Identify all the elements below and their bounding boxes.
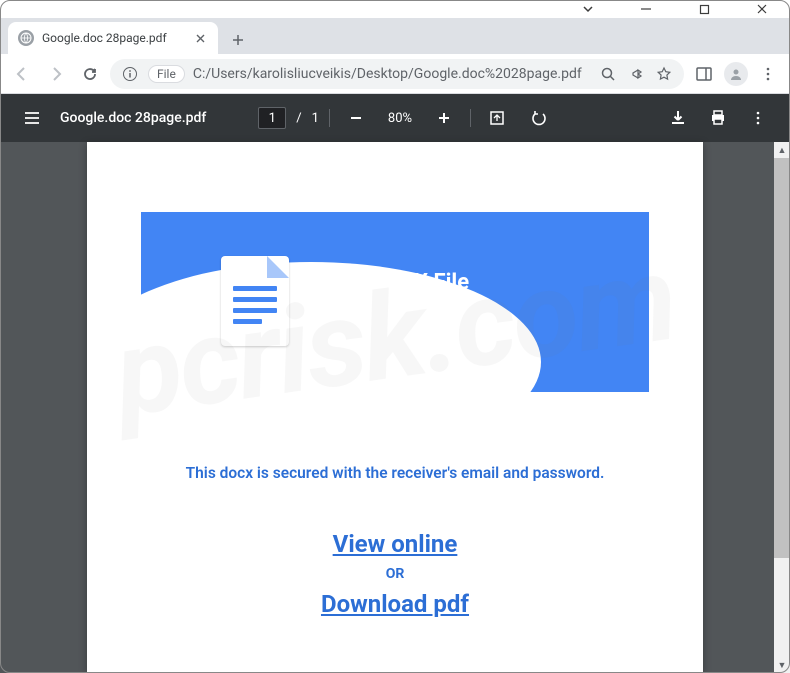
scrollbar[interactable]: ▲ ▼	[774, 142, 790, 673]
or-text: OR	[87, 566, 703, 582]
file-chip: File	[148, 65, 185, 83]
download-icon[interactable]	[662, 102, 694, 134]
download-pdf-link[interactable]: Download pdf	[321, 590, 469, 618]
pdf-toolbar: Google.doc 28page.pdf 1 / 1 80%	[0, 94, 790, 142]
zoom-in-button[interactable]	[428, 102, 460, 134]
tab-strip: Google.doc 28page.pdf	[0, 18, 790, 54]
page-input[interactable]: 1	[258, 107, 286, 129]
scroll-down-icon[interactable]: ▼	[774, 657, 790, 673]
page-total: 1	[312, 111, 319, 126]
doc-icon	[221, 256, 289, 346]
fit-page-icon[interactable]	[481, 102, 513, 134]
url-text: C:/Users/karolisliucveikis/Desktop/Googl…	[193, 66, 590, 82]
window-minimize[interactable]	[626, 0, 666, 18]
pdf-viewport: Open DOCX File With Google Docs This doc…	[0, 142, 790, 673]
hamburger-icon[interactable]	[16, 102, 48, 134]
new-tab-button[interactable]	[224, 26, 252, 54]
globe-icon	[18, 30, 34, 46]
view-online-link[interactable]: View online	[333, 530, 458, 558]
pdf-kebab-icon[interactable]	[742, 102, 774, 134]
window-maximize[interactable]	[684, 0, 724, 18]
page-separator: /	[296, 111, 301, 126]
zoom-out-button[interactable]	[340, 102, 372, 134]
window-caret[interactable]	[568, 0, 608, 18]
reload-button[interactable]	[76, 60, 104, 88]
tab-title: Google.doc 28page.pdf	[42, 31, 167, 45]
banner-title: Open DOCX File	[313, 270, 469, 295]
print-icon[interactable]	[702, 102, 734, 134]
divider	[470, 109, 471, 127]
back-button[interactable]	[8, 60, 36, 88]
window-close[interactable]	[742, 0, 782, 18]
rotate-icon[interactable]	[523, 102, 555, 134]
address-bar[interactable]: File C:/Users/karolisliucveikis/Desktop/…	[110, 59, 684, 89]
pdf-filename: Google.doc 28page.pdf	[60, 110, 206, 126]
tab-close-icon[interactable]	[192, 30, 208, 46]
banner: Open DOCX File With Google Docs	[141, 212, 649, 392]
divider	[329, 109, 330, 127]
zoom-level: 80%	[382, 111, 418, 126]
search-icon[interactable]	[598, 64, 618, 84]
star-icon[interactable]	[654, 64, 674, 84]
profile-avatar[interactable]	[724, 62, 748, 86]
banner-subtitle: With Google Docs	[313, 309, 469, 332]
browser-tab[interactable]: Google.doc 28page.pdf	[8, 22, 218, 54]
scrollbar-thumb[interactable]	[774, 158, 790, 558]
kebab-menu-icon[interactable]	[754, 60, 782, 88]
side-panel-icon[interactable]	[690, 60, 718, 88]
browser-toolbar: File C:/Users/karolisliucveikis/Desktop/…	[0, 54, 790, 94]
info-icon[interactable]	[120, 64, 140, 84]
share-icon[interactable]	[626, 64, 646, 84]
scroll-up-icon[interactable]: ▲	[774, 142, 790, 158]
secured-message: This docx is secured with the receiver's…	[87, 464, 703, 482]
pdf-page: Open DOCX File With Google Docs This doc…	[87, 142, 703, 673]
forward-button[interactable]	[42, 60, 70, 88]
window-titlebar	[0, 0, 790, 18]
